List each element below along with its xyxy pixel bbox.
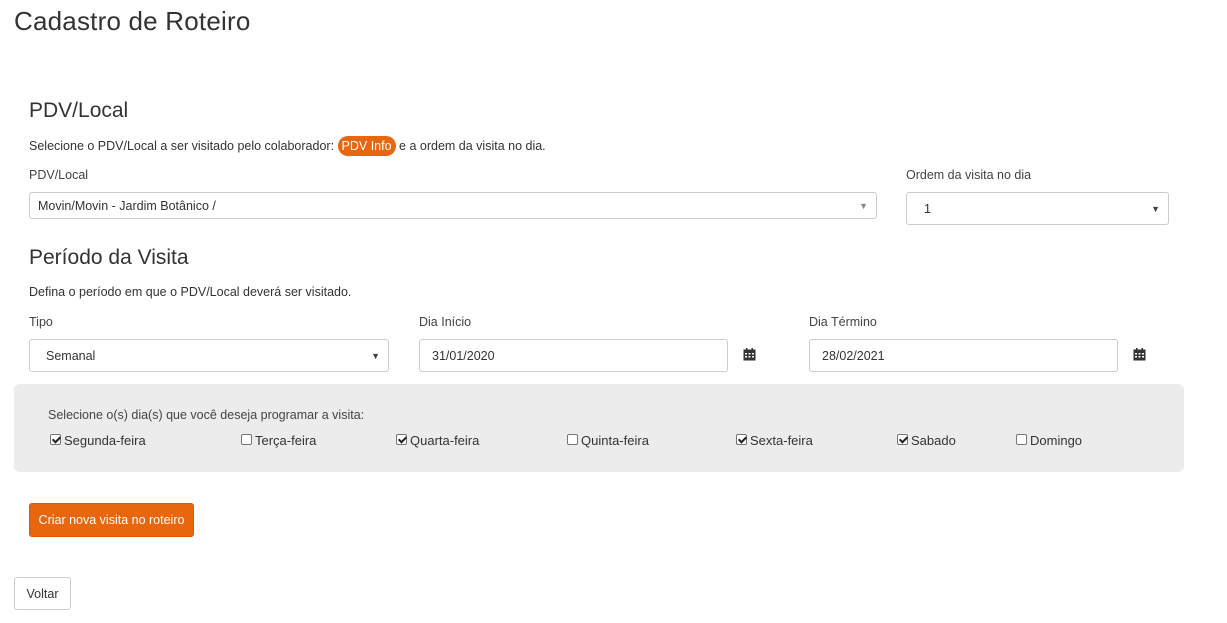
- calendar-icon[interactable]: [1133, 348, 1146, 361]
- caret-down-icon: ▼: [371, 350, 380, 361]
- day-checkbox-domingo[interactable]: Domingo: [1016, 433, 1082, 448]
- end-date-label: Dia Término: [809, 315, 877, 329]
- create-visit-button[interactable]: Criar nova visita no roteiro: [29, 503, 194, 537]
- start-date-input[interactable]: 31/01/2020: [419, 339, 728, 372]
- day-checkbox-segunda[interactable]: Segunda-feira: [50, 433, 146, 448]
- order-label: Ordem da visita no dia: [906, 168, 1032, 182]
- end-date-input[interactable]: 28/02/2021: [809, 339, 1118, 372]
- day-checkbox-quinta[interactable]: Quinta-feira: [567, 433, 649, 448]
- day-label: Sabado: [911, 433, 956, 448]
- type-select[interactable]: Semanal ▼: [29, 339, 389, 372]
- pdv-section-title: PDV/Local: [29, 99, 129, 122]
- order-select[interactable]: 1 ▼: [906, 192, 1169, 225]
- day-checkbox-terca[interactable]: Terça-feira: [241, 433, 316, 448]
- type-select-value: Semanal: [46, 348, 96, 363]
- day-label: Quinta-feira: [581, 433, 649, 448]
- day-checkbox-sabado[interactable]: Sabado: [897, 433, 956, 448]
- day-label: Sexta-feira: [750, 433, 813, 448]
- weekday-prompt: Selecione o(s) dia(s) que você deseja pr…: [48, 408, 365, 422]
- caret-down-icon: ▼: [1151, 203, 1160, 214]
- checkbox[interactable]: [567, 434, 578, 445]
- order-select-value: 1: [924, 201, 931, 216]
- start-date-value: 31/01/2020: [432, 348, 495, 363]
- pdv-select[interactable]: Movin/Movin - Jardim Botânico / ▼: [29, 192, 877, 219]
- end-date-value: 28/02/2021: [822, 348, 885, 363]
- day-checkbox-quarta[interactable]: Quarta-feira: [396, 433, 479, 448]
- checkbox[interactable]: [396, 434, 407, 445]
- checkbox[interactable]: [50, 434, 61, 445]
- checkbox[interactable]: [736, 434, 747, 445]
- pdv-section-description: Selecione o PDV/Local a ser visitado pel…: [29, 136, 546, 156]
- period-section-title: Período da Visita: [29, 246, 189, 269]
- checkbox[interactable]: [1016, 434, 1027, 445]
- caret-down-icon: ▼: [859, 200, 868, 211]
- checkbox[interactable]: [897, 434, 908, 445]
- type-label: Tipo: [29, 315, 53, 329]
- checkbox[interactable]: [241, 434, 252, 445]
- period-section-description: Defina o período em que o PDV/Local deve…: [29, 285, 352, 299]
- day-label: Segunda-feira: [64, 433, 146, 448]
- weekday-selection-panel: Selecione o(s) dia(s) que você deseja pr…: [14, 384, 1184, 472]
- day-label: Terça-feira: [255, 433, 317, 448]
- pdv-desc-after: e a ordem da visita no dia.: [399, 139, 546, 153]
- pdv-info-badge[interactable]: PDV Info: [337, 136, 396, 156]
- start-date-label: Dia Início: [419, 315, 472, 329]
- calendar-icon[interactable]: [743, 348, 756, 361]
- day-label: Domingo: [1030, 433, 1083, 448]
- day-label: Quarta-feira: [410, 433, 480, 448]
- day-checkbox-sexta[interactable]: Sexta-feira: [736, 433, 813, 448]
- pdv-desc-before: Selecione o PDV/Local a ser visitado pel…: [29, 139, 335, 153]
- pdv-select-value: Movin/Movin - Jardim Botânico /: [38, 198, 216, 213]
- page-title: Cadastro de Roteiro: [14, 6, 251, 36]
- pdv-label: PDV/Local: [29, 168, 89, 182]
- back-button[interactable]: Voltar: [14, 577, 71, 610]
